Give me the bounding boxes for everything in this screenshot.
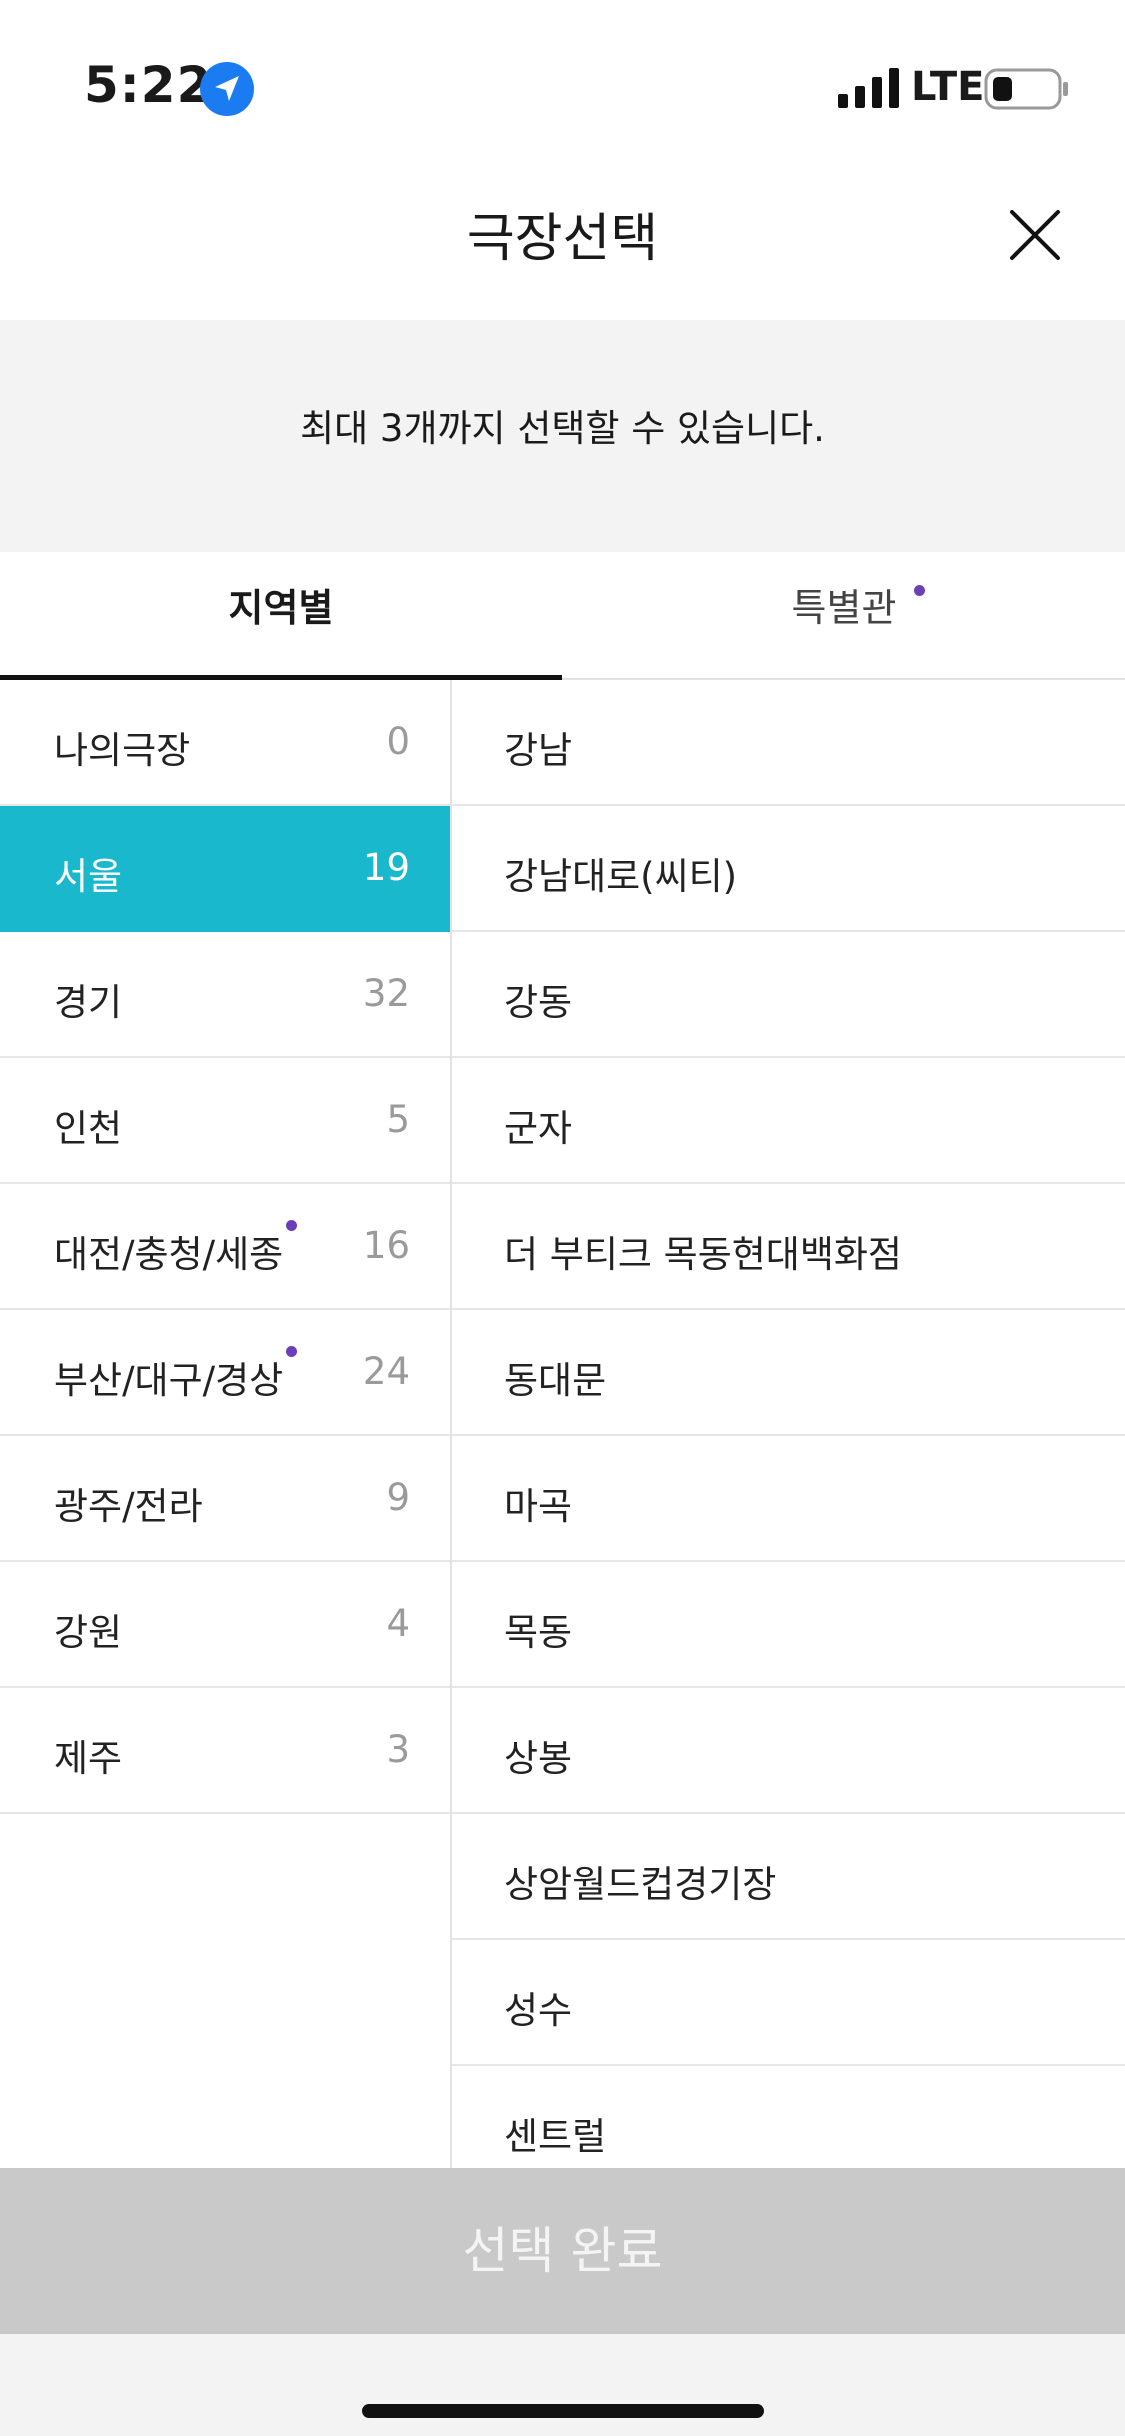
region-name: 제주 — [54, 1737, 123, 1780]
region-name: 광주/전라 — [54, 1485, 203, 1528]
region-name: 서울 — [54, 855, 123, 898]
home-indicator-area — [0, 2334, 1125, 2436]
tab-bar: 지역별 특별관 — [0, 552, 1125, 680]
home-indicator[interactable] — [362, 2404, 764, 2418]
region-count: 3 — [386, 1728, 410, 1771]
theater-item[interactable]: 상암월드컵경기장 — [452, 1814, 1125, 1940]
region-item-incheon[interactable]: 인천 5 — [0, 1058, 450, 1184]
tab-region[interactable]: 지역별 — [0, 552, 562, 680]
notice-text: 최대 3개까지 선택할 수 있습니다. — [300, 407, 825, 450]
region-item-gwangju-jeolla[interactable]: 광주/전라 9 — [0, 1436, 450, 1562]
theater-item[interactable]: 동대문 — [452, 1310, 1125, 1436]
region-count: 32 — [362, 972, 410, 1015]
region-count: 19 — [362, 846, 410, 889]
theater-item[interactable]: 군자 — [452, 1058, 1125, 1184]
tab-region-label: 지역별 — [228, 586, 334, 630]
theater-name: 동대문 — [504, 1359, 607, 1402]
theater-name: 군자 — [504, 1107, 573, 1150]
theater-name: 더 부티크 목동현대백화점 — [504, 1233, 902, 1276]
region-count: 4 — [386, 1602, 410, 1645]
region-count: 24 — [362, 1350, 410, 1393]
theater-name: 목동 — [504, 1611, 573, 1654]
theater-item[interactable]: 강동 — [452, 932, 1125, 1058]
theater-item[interactable]: 더 부티크 목동현대백화점 — [452, 1184, 1125, 1310]
selection-done-label: 선택 완료 — [462, 2222, 663, 2280]
theater-item[interactable]: 마곡 — [452, 1436, 1125, 1562]
theater-item[interactable]: 목동 — [452, 1562, 1125, 1688]
theater-name: 강남 — [504, 729, 573, 772]
page-title: 극장선택 — [466, 209, 659, 269]
status-time: 5:22 — [84, 56, 213, 114]
region-item-busan-daegu-gyeongsang[interactable]: 부산/대구/경상 24 — [0, 1310, 450, 1436]
theater-item[interactable]: 상봉 — [452, 1688, 1125, 1814]
region-count: 0 — [386, 720, 410, 763]
region-count: 5 — [386, 1098, 410, 1141]
region-name: 나의극장 — [54, 729, 191, 772]
header: 극장선택 — [0, 150, 1125, 320]
status-bar: 5:22 LTE — [0, 0, 1125, 150]
region-count: 16 — [362, 1224, 410, 1267]
region-item-daejeon-chungcheong-sejong[interactable]: 대전/충청/세종 16 — [0, 1184, 450, 1310]
region-item-seoul[interactable]: 서울 19 — [0, 806, 450, 932]
theater-item[interactable]: 센트럴 — [452, 2066, 1125, 2168]
region-item-jeju[interactable]: 제주 3 — [0, 1688, 450, 1814]
region-item-gangwon[interactable]: 강원 4 — [0, 1562, 450, 1688]
theater-item[interactable]: 성수 — [452, 1940, 1125, 2066]
selection-limit-notice: 최대 3개까지 선택할 수 있습니다. — [0, 320, 1125, 552]
theater-name: 성수 — [504, 1989, 573, 2032]
theater-name: 강남대로(씨티) — [504, 855, 738, 898]
theater-name: 상암월드컵경기장 — [504, 1863, 777, 1906]
region-name: 인천 — [54, 1107, 123, 1150]
network-type: LTE — [911, 64, 985, 110]
region-item-gyeonggi[interactable]: 경기 32 — [0, 932, 450, 1058]
close-icon[interactable] — [1008, 208, 1062, 262]
location-arrow-icon — [200, 62, 254, 116]
region-count: 9 — [386, 1476, 410, 1519]
region-name: 부산/대구/경상 — [54, 1359, 284, 1402]
region-name: 강원 — [54, 1611, 123, 1654]
theater-name: 강동 — [504, 981, 573, 1024]
region-item-my-theater[interactable]: 나의극장 0 — [0, 680, 450, 806]
battery-icon — [984, 68, 1068, 110]
theater-name: 센트럴 — [504, 2115, 607, 2158]
new-badge-dot — [286, 1346, 297, 1357]
selection-done-button[interactable]: 선택 완료 — [0, 2168, 1125, 2334]
new-badge-dot — [914, 585, 925, 596]
region-name: 대전/충청/세종 — [54, 1233, 284, 1276]
signal-icon — [838, 68, 899, 108]
region-list: 나의극장 0 서울 19 경기 32 인천 5 대전/충청/세종 16 부산/대… — [0, 680, 452, 2168]
tab-special-theater-label: 특별관 — [791, 586, 897, 630]
theater-list[interactable]: 강남 강남대로(씨티) 강동 군자 더 부티크 목동현대백화점 동대문 마곡 목… — [452, 680, 1125, 2168]
new-badge-dot — [286, 1220, 297, 1231]
theater-name: 상봉 — [504, 1737, 573, 1780]
region-name: 경기 — [54, 981, 123, 1024]
theater-item[interactable]: 강남대로(씨티) — [452, 806, 1125, 932]
theater-item[interactable]: 강남 — [452, 680, 1125, 806]
theater-name: 마곡 — [504, 1485, 573, 1528]
tab-special-theater[interactable]: 특별관 — [563, 552, 1125, 678]
